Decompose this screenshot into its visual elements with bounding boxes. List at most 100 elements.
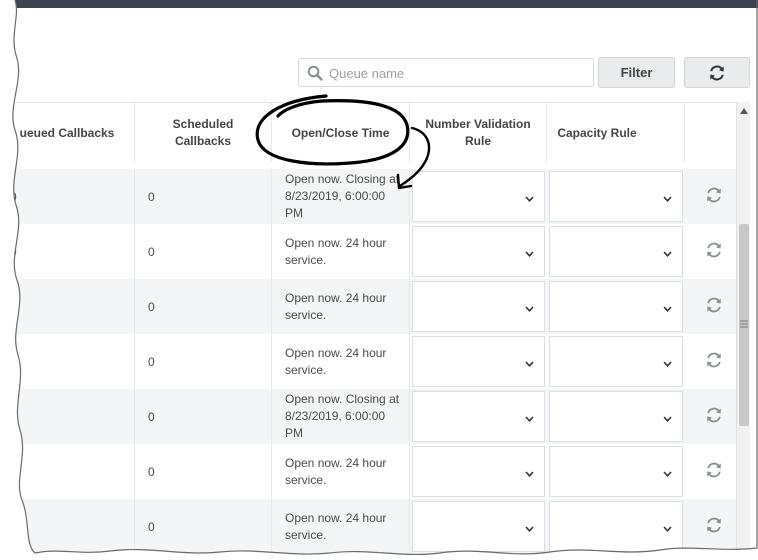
row-refresh-icon [705, 516, 723, 534]
column-divider [271, 499, 272, 554]
row-refresh-icon [705, 406, 723, 424]
number-validation-rule-select[interactable] [412, 391, 545, 442]
chevron-down-icon [525, 196, 534, 202]
top-bar [0, 0, 758, 8]
scheduled-callbacks-cell: 0 [148, 299, 155, 314]
chevron-down-icon [525, 361, 534, 367]
chevron-down-icon [663, 471, 672, 477]
capacity-rule-select[interactable] [549, 281, 683, 332]
chevron-down-icon [525, 526, 534, 532]
header-open-close-time[interactable]: Open/Close Time [272, 103, 409, 163]
queued-callbacks-cell: 0 [10, 189, 17, 204]
open-close-time-cell: Open now. Closing at 8/23/2019, 6:00:00 … [285, 172, 400, 220]
queued-callbacks-cell: 0 [10, 464, 17, 479]
chevron-down-icon [663, 306, 672, 312]
header-number-validation-rule[interactable]: Number Validation Rule [410, 103, 546, 163]
row-refresh-icon [705, 241, 723, 259]
table-row: 0 0 Open now. Closing at 8/23/2019, 6:00:0… [0, 169, 736, 224]
filter-button[interactable]: Filter [598, 57, 675, 88]
queued-callbacks-cell: 0 [10, 244, 17, 259]
chevron-down-icon [525, 306, 534, 312]
queued-callbacks-cell [10, 334, 130, 389]
open-close-time-cell: Open now. 24 hour service. [285, 455, 387, 487]
column-divider [409, 224, 410, 279]
refresh-icon [708, 64, 726, 82]
scrollbar-grip-icon [740, 320, 748, 328]
row-refresh-button[interactable] [705, 461, 723, 484]
header-queued-callbacks[interactable]: ueued Callbacks [0, 103, 134, 163]
row-refresh-icon [705, 186, 723, 204]
header-label: Scheduled Callbacks [172, 117, 234, 148]
search-icon [307, 65, 323, 81]
column-divider [684, 103, 685, 163]
open-close-time-cell: Open now. Closing at 8/23/2019, 6:00:00 … [285, 392, 400, 440]
number-validation-rule-select[interactable] [412, 446, 545, 497]
capacity-rule-select[interactable] [549, 171, 683, 222]
capacity-rule-select[interactable] [549, 336, 683, 387]
header-scheduled-callbacks[interactable]: Scheduled Callbacks [135, 103, 271, 163]
header-label: Number Validation Rule [425, 117, 531, 148]
column-divider [271, 224, 272, 279]
column-divider [271, 169, 272, 224]
number-validation-rule-select[interactable] [412, 171, 545, 222]
scheduled-callbacks-cell: 0 [148, 189, 155, 204]
row-refresh-icon [705, 296, 723, 314]
row-refresh-icon [705, 461, 723, 479]
open-close-time-cell: Open now. 24 hour service. [285, 290, 387, 322]
column-divider [409, 169, 410, 224]
table-row: 0 Open now. Closing at 8/23/2019, 6:00:00… [0, 389, 736, 444]
column-divider [409, 279, 410, 334]
header-label: Capacity Rule [557, 125, 637, 140]
scheduled-callbacks-cell: 0 [148, 409, 155, 424]
chevron-down-icon [663, 361, 672, 367]
queued-callbacks-cell [10, 389, 130, 444]
column-divider [409, 499, 410, 554]
row-refresh-button[interactable] [705, 186, 723, 209]
chevron-down-icon [663, 251, 672, 257]
screenshot-area: Filter ueued Callbacks Scheduled Callbac… [0, 0, 758, 560]
number-validation-rule-select[interactable] [412, 281, 545, 332]
chevron-down-icon [663, 416, 672, 422]
scheduled-callbacks-cell: 0 [148, 244, 155, 259]
chevron-down-icon [525, 251, 534, 257]
number-validation-rule-select[interactable] [412, 501, 545, 552]
column-divider [271, 389, 272, 444]
column-divider [271, 334, 272, 389]
column-divider [134, 169, 135, 224]
chevron-down-icon [663, 196, 672, 202]
table-row: 0 Open now. 24 hour service. [0, 334, 736, 389]
header-label: Open/Close Time [291, 125, 390, 140]
header-label: ueued Callbacks [19, 125, 115, 140]
column-divider [134, 279, 135, 334]
queued-callbacks-cell: 0 [10, 519, 17, 534]
row-refresh-button[interactable] [705, 351, 723, 374]
number-validation-rule-select[interactable] [412, 226, 545, 277]
search-input[interactable] [329, 63, 584, 83]
column-divider [409, 334, 410, 389]
vertical-scrollbar[interactable] [736, 102, 750, 560]
table-row: 0 0 Open now. 24 hour service. [0, 499, 736, 554]
chevron-down-icon [663, 526, 672, 532]
row-refresh-button[interactable] [705, 296, 723, 319]
table-row: 0 0 Open now. 24 hour service. [0, 224, 736, 279]
number-validation-rule-select[interactable] [412, 336, 545, 387]
row-refresh-icon [705, 351, 723, 369]
capacity-rule-select[interactable] [549, 446, 683, 497]
column-divider [271, 444, 272, 499]
row-refresh-button[interactable] [705, 241, 723, 264]
row-refresh-button[interactable] [705, 516, 723, 539]
column-divider [409, 444, 410, 499]
scroll-up-arrow-icon[interactable] [740, 108, 748, 114]
capacity-rule-select[interactable] [549, 226, 683, 277]
column-divider [271, 279, 272, 334]
queued-callbacks-cell [10, 279, 130, 334]
row-refresh-button[interactable] [705, 406, 723, 429]
open-close-time-cell: Open now. 24 hour service. [285, 235, 387, 267]
header-capacity-rule[interactable]: Capacity Rule [547, 103, 647, 163]
refresh-button[interactable] [684, 57, 750, 88]
capacity-rule-select[interactable] [549, 501, 683, 552]
callback-queue-table: ueued Callbacks Scheduled Callbacks Open… [0, 102, 736, 560]
capacity-rule-select[interactable] [549, 391, 683, 442]
open-close-time-cell: Open now. 24 hour service. [285, 510, 387, 542]
search-box[interactable] [298, 58, 594, 87]
